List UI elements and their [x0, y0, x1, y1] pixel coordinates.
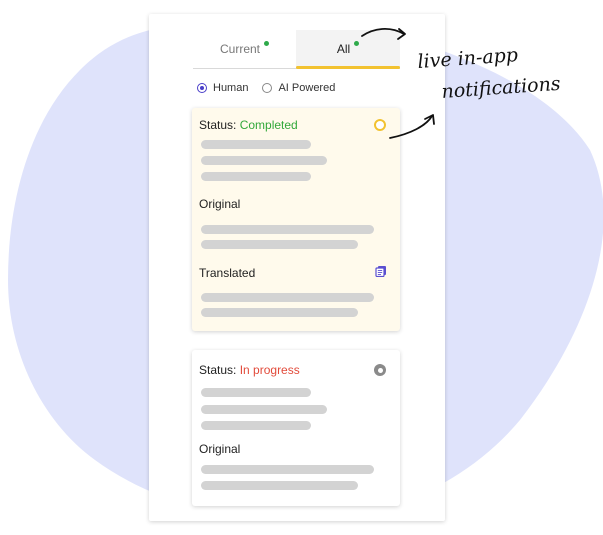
filter-ai-powered-radio[interactable]: AI Powered	[262, 82, 335, 94]
radio-selected-icon[interactable]	[197, 83, 207, 93]
placeholder-line	[201, 225, 374, 234]
placeholder-line	[201, 405, 327, 414]
placeholder-line	[201, 388, 311, 397]
tab-current-live-dot	[264, 40, 269, 46]
placeholder-line	[201, 240, 358, 249]
placeholder-line	[201, 308, 358, 317]
filter-human-radio[interactable]: Human	[197, 82, 248, 94]
filter-human-label: Human	[213, 82, 249, 94]
placeholder-line	[201, 140, 311, 149]
placeholder-line	[201, 156, 327, 165]
document-copy-icon[interactable]	[375, 265, 387, 277]
placeholder-line	[201, 481, 358, 490]
card-status: Status: Completed	[199, 118, 298, 132]
status-label: Status:	[199, 363, 237, 377]
annotation-line-2: notifications	[441, 73, 562, 103]
status-indicator-icon	[374, 364, 386, 376]
filter-radio-group: Human AI Powered	[197, 82, 335, 94]
radio-unselected-icon[interactable]	[262, 83, 273, 93]
status-label: Status:	[199, 118, 237, 132]
tab-all-label: All	[336, 42, 351, 56]
placeholder-line	[201, 421, 311, 430]
card-status: Status: In progress	[199, 363, 300, 377]
tab-current[interactable]: Current	[193, 30, 296, 68]
annotation-line-1: live in-app	[417, 44, 519, 73]
tab-current-label: Current	[219, 42, 260, 56]
placeholder-line	[201, 172, 311, 181]
notification-card-in-progress[interactable]: Status: In progress Original	[192, 350, 400, 506]
status-value: In progress	[239, 363, 300, 377]
placeholder-line	[201, 293, 374, 302]
translated-label: Translated	[199, 266, 256, 280]
status-value: Completed	[239, 118, 298, 132]
placeholder-line	[201, 465, 374, 474]
filter-ai-powered-label: AI Powered	[278, 82, 336, 94]
annotation-arrow-icon	[361, 28, 405, 37]
original-label: Original	[199, 442, 241, 456]
original-label: Original	[199, 197, 241, 211]
arrowhead-icon	[397, 28, 406, 40]
annotation: live in-app notifications	[361, 28, 562, 139]
